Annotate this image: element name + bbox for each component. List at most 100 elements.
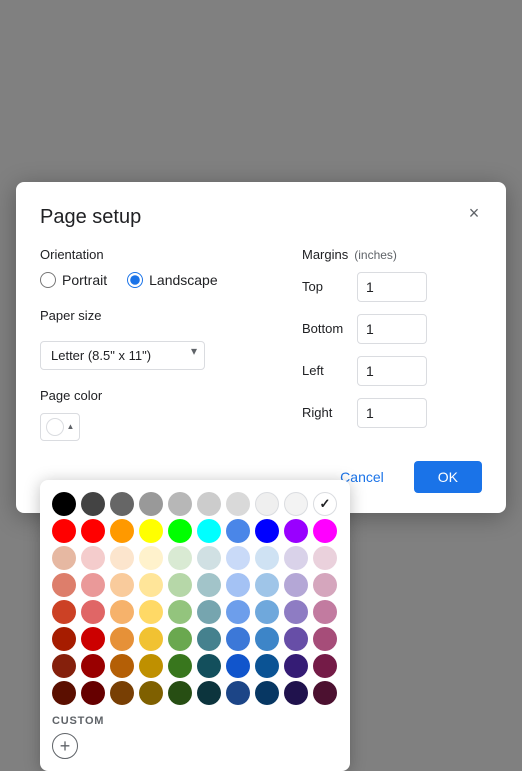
color-swatch-cornflower-blue[interactable] (226, 519, 250, 543)
color-swatch-black[interactable] (52, 492, 76, 516)
color-swatch-blue-4[interactable] (255, 627, 279, 651)
paper-size-select[interactable]: Letter (8.5" x 11") A4 (8.27" x 11.69") … (40, 341, 205, 370)
color-swatch-light-gray-1[interactable] (226, 492, 250, 516)
color-swatch-light-yellow[interactable] (139, 546, 163, 570)
color-swatch-cyan-4[interactable] (197, 627, 221, 651)
color-swatch-cyan-2[interactable] (197, 573, 221, 597)
color-swatch-cyan-5[interactable] (197, 654, 221, 678)
landscape-radio[interactable] (127, 272, 143, 288)
margins-label: Margins (302, 247, 348, 262)
color-swatch-light-red[interactable] (81, 546, 105, 570)
color-swatch-dark-gray-1[interactable] (168, 492, 192, 516)
color-swatch-green[interactable] (168, 519, 192, 543)
color-swatch-cyan[interactable] (197, 519, 221, 543)
color-swatch-light-magenta[interactable] (313, 546, 337, 570)
color-swatch-red-berry-2[interactable] (52, 573, 76, 597)
color-swatch-light-orange[interactable] (110, 546, 134, 570)
color-swatch-magenta-5[interactable] (313, 654, 337, 678)
color-swatch-magenta[interactable] (313, 519, 337, 543)
color-swatch-cyan-3[interactable] (197, 600, 221, 624)
color-swatch-magenta-3[interactable] (313, 600, 337, 624)
color-swatch-light-purple[interactable] (284, 546, 308, 570)
color-swatch-yellow-3[interactable] (139, 600, 163, 624)
color-swatch-red-2[interactable] (81, 573, 105, 597)
color-swatch-light-red-berry[interactable] (52, 546, 76, 570)
color-swatch-magenta-4[interactable] (313, 627, 337, 651)
color-swatch-cornflower-5[interactable] (226, 654, 250, 678)
color-swatch-red-5[interactable] (81, 654, 105, 678)
paper-size-select-wrapper: Letter (8.5" x 11") A4 (8.27" x 11.69") … (40, 333, 205, 370)
color-button-wrapper: ▲ (40, 413, 292, 441)
color-swatch-red-6[interactable] (81, 681, 105, 705)
color-swatch-blue[interactable] (255, 519, 279, 543)
margin-left-input[interactable] (357, 356, 427, 386)
color-swatch-light-cornflower[interactable] (226, 546, 250, 570)
page-setup-dialog: Page setup × Orientation Portrait Landsc… (16, 182, 506, 513)
color-swatch-red-4[interactable] (81, 627, 105, 651)
color-swatch-cornflower-2[interactable] (226, 573, 250, 597)
color-swatch-orange-6[interactable] (110, 681, 134, 705)
color-swatch-blue-6[interactable] (255, 681, 279, 705)
color-swatch-orange-3[interactable] (110, 600, 134, 624)
color-swatch-cornflower-4[interactable] (226, 627, 250, 651)
color-swatch-orange-4[interactable] (110, 627, 134, 651)
margin-right-input[interactable] (357, 398, 427, 428)
color-swatch-purple-6[interactable] (284, 681, 308, 705)
add-custom-color-button[interactable]: + (52, 733, 78, 759)
color-swatch-purple-2[interactable] (284, 573, 308, 597)
color-swatch-purple-3[interactable] (284, 600, 308, 624)
page-color-label: Page color (40, 388, 292, 403)
color-swatch-orange[interactable] (110, 519, 134, 543)
color-swatch-red-berry-4[interactable] (52, 627, 76, 651)
color-swatch-green-4[interactable] (168, 627, 192, 651)
color-swatch-red-berry[interactable] (52, 519, 76, 543)
margin-top-input[interactable] (357, 272, 427, 302)
portrait-label: Portrait (62, 272, 107, 288)
color-swatch-light-green[interactable] (168, 546, 192, 570)
ok-button[interactable]: OK (414, 461, 482, 493)
color-swatch-gray[interactable] (197, 492, 221, 516)
page-color-button[interactable]: ▲ (40, 413, 80, 441)
color-picker-dropdown: CUSTOM + (40, 480, 350, 771)
color-swatch-orange-5[interactable] (110, 654, 134, 678)
margin-bottom-input[interactable] (357, 314, 427, 344)
color-swatch-cornflower-3[interactable] (226, 600, 250, 624)
color-swatch-purple[interactable] (284, 519, 308, 543)
color-swatch-green-6[interactable] (168, 681, 192, 705)
color-swatch-dark-gray-3[interactable] (110, 492, 134, 516)
color-swatch-cyan-6[interactable] (197, 681, 221, 705)
close-button[interactable]: × (458, 198, 490, 230)
color-swatch-blue-2[interactable] (255, 573, 279, 597)
color-swatch-dark-gray-4[interactable] (81, 492, 105, 516)
color-swatch-red-berry-6[interactable] (52, 681, 76, 705)
color-swatch-green-5[interactable] (168, 654, 192, 678)
color-swatch-yellow-4[interactable] (139, 627, 163, 651)
color-swatch-purple-5[interactable] (284, 654, 308, 678)
color-swatch-green-3[interactable] (168, 600, 192, 624)
color-swatch-white[interactable] (313, 492, 337, 516)
color-swatch-yellow-2[interactable] (139, 573, 163, 597)
color-swatch-yellow-5[interactable] (139, 654, 163, 678)
landscape-option[interactable]: Landscape (127, 272, 218, 288)
color-swatch-red[interactable] (81, 519, 105, 543)
portrait-option[interactable]: Portrait (40, 272, 107, 288)
color-swatch-light-cyan[interactable] (197, 546, 221, 570)
color-swatch-blue-5[interactable] (255, 654, 279, 678)
color-swatch-yellow[interactable] (139, 519, 163, 543)
color-swatch-blue-3[interactable] (255, 600, 279, 624)
color-swatch-light-gray-2[interactable] (255, 492, 279, 516)
color-swatch-red-berry-3[interactable] (52, 600, 76, 624)
color-swatch-purple-4[interactable] (284, 627, 308, 651)
color-swatch-magenta-6[interactable] (313, 681, 337, 705)
color-swatch-magenta-2[interactable] (313, 573, 337, 597)
color-swatch-orange-2[interactable] (110, 573, 134, 597)
color-swatch-red-3[interactable] (81, 600, 105, 624)
color-swatch-cornflower-6[interactable] (226, 681, 250, 705)
portrait-radio[interactable] (40, 272, 56, 288)
color-swatch-red-berry-5[interactable] (52, 654, 76, 678)
color-swatch-green-2[interactable] (168, 573, 192, 597)
color-swatch-light-gray-3[interactable] (284, 492, 308, 516)
color-swatch-dark-gray-2[interactable] (139, 492, 163, 516)
color-swatch-light-blue[interactable] (255, 546, 279, 570)
color-swatch-yellow-6[interactable] (139, 681, 163, 705)
